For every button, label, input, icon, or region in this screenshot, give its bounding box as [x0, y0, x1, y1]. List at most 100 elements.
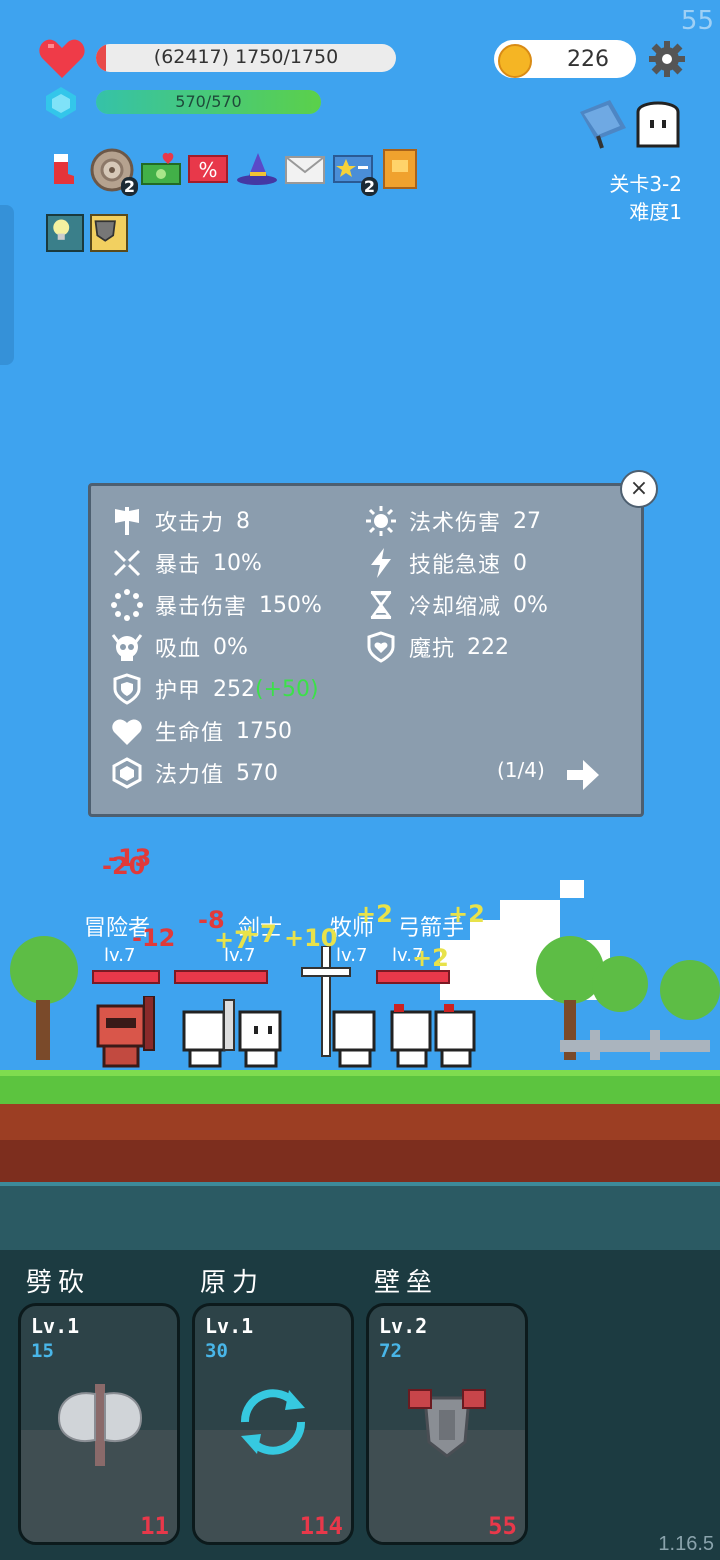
skill-card-bulwark[interactable]: Lv.2 72 55: [366, 1303, 528, 1545]
mp-text: 570/570: [175, 92, 242, 111]
adventurer-sprite: [92, 995, 162, 1070]
stat-value: 1750: [236, 718, 293, 744]
stat-value: 570: [236, 760, 279, 786]
magic-shield-icon: [365, 631, 397, 663]
wizard-hat-icon[interactable]: [236, 152, 278, 186]
unit-hp-bar: [92, 970, 160, 984]
skill-level: Lv.2: [379, 1314, 428, 1338]
stat-crit: 暴击 10%: [111, 546, 262, 580]
skill-cost: 30: [205, 1340, 228, 1362]
stat-attack: 攻击力 8: [111, 504, 250, 538]
ghost-icon[interactable]: [634, 98, 682, 148]
fps-counter: 55: [680, 6, 714, 36]
stat-label: 生命值: [155, 721, 225, 746]
crit-damage-icon: [111, 589, 143, 621]
page-indicator: (1/4): [497, 758, 545, 782]
heal-number: +2: [412, 944, 449, 972]
heal-number: +7: [240, 920, 277, 948]
skill-level: Lv.1: [31, 1314, 80, 1338]
pennant-icon[interactable]: [576, 98, 628, 150]
skill-card-cleave[interactable]: Lv.1 15 11: [18, 1303, 180, 1545]
damage-number: -20: [102, 852, 146, 880]
svg-text:%: %: [198, 158, 217, 182]
stat-label: 技能急速: [409, 553, 502, 578]
skill-count: 11: [140, 1512, 169, 1540]
stat-label: 暴击: [155, 553, 202, 578]
stat-label: 吸血: [155, 637, 202, 662]
shield-disc-icon[interactable]: 2: [90, 148, 138, 196]
stat-lifesteal: 吸血 0%: [111, 630, 248, 664]
lightning-icon: [365, 547, 397, 579]
star-card-icon[interactable]: 2: [332, 152, 378, 196]
skill-cost: 15: [31, 1340, 54, 1362]
gold-amount: 226: [567, 47, 609, 72]
stat-label: 冷却缩减: [409, 595, 502, 620]
stat-value: 0%: [213, 634, 248, 660]
crit-icon: [111, 547, 143, 579]
cash-icon[interactable]: [140, 152, 182, 186]
stat-label: 法术伤害: [409, 511, 502, 536]
unit-hp-bar: [174, 970, 268, 984]
stat-mana: 法力值 570: [111, 756, 278, 790]
coin-icon: [498, 44, 532, 78]
heal-number: +10: [284, 924, 338, 952]
item-badge: 2: [120, 177, 138, 196]
book-icon[interactable]: [382, 148, 418, 190]
sock-icon[interactable]: [46, 152, 80, 186]
skull-icon: [111, 631, 143, 663]
armor-buff-icon[interactable]: [90, 214, 128, 252]
stat-label: 魔抗: [409, 637, 456, 662]
stat-spell-damage: 法术伤害 27: [365, 504, 541, 538]
lightbulb-icon[interactable]: [46, 214, 84, 252]
hp-bar: (62417) 1750/1750: [96, 44, 396, 72]
stage-info: 关卡3-2 难度1: [609, 170, 682, 226]
unit-level: lv.7: [104, 945, 136, 966]
difficulty-label: 难度1: [629, 200, 682, 224]
stat-label: 攻击力: [155, 511, 225, 536]
swordsman-sprite: [180, 996, 290, 1070]
stat-label: 暴击伤害: [155, 595, 248, 620]
heart-icon: [38, 36, 86, 80]
version-label: 1.16.5: [658, 1533, 714, 1555]
stat-magic-resist: 魔抗 222: [365, 630, 509, 664]
stat-value: 8: [236, 508, 251, 534]
heal-number: +2: [356, 900, 393, 928]
archer-sprite: [384, 996, 480, 1070]
stat-cooldown-reduction: 冷却缩减 0%: [365, 588, 548, 622]
axe-skill-icon: [55, 1380, 145, 1470]
skill-count: 114: [299, 1512, 343, 1540]
stat-value: 0%: [513, 592, 548, 618]
gear-icon[interactable]: [648, 40, 686, 78]
stat-bonus: (+50): [255, 676, 319, 702]
percent-tag-icon[interactable]: %: [188, 152, 228, 186]
next-page-arrow-icon[interactable]: [565, 758, 601, 792]
side-drawer-tab[interactable]: [0, 205, 14, 365]
stat-label: 护甲: [155, 679, 202, 704]
skill-name: 劈砍: [26, 1268, 91, 1298]
heart-icon: [111, 715, 143, 747]
heal-number: +2: [448, 900, 485, 928]
unit-hp-bar: [376, 970, 450, 984]
refresh-skill-icon: [231, 1380, 315, 1464]
close-button[interactable]: ×: [620, 470, 658, 508]
crystal-icon: [111, 757, 143, 789]
stat-value: 10%: [213, 550, 262, 576]
shield-icon: [111, 673, 143, 705]
armor-skill-icon: [405, 1384, 489, 1464]
skill-card-force[interactable]: Lv.1 30 114: [192, 1303, 354, 1545]
stat-value: 222: [467, 634, 510, 660]
stage-label: 关卡3-2: [609, 172, 682, 196]
hp-text: (62417) 1750/1750: [153, 46, 339, 68]
mail-icon[interactable]: [284, 152, 326, 186]
priest-sprite: [300, 945, 380, 1070]
skill-name: 原力: [200, 1268, 265, 1298]
ground-dirt-dark: [0, 1140, 720, 1182]
skill-name: 壁垒: [374, 1268, 439, 1298]
stat-hp: 生命值 1750: [111, 714, 292, 748]
skill-level: Lv.1: [205, 1314, 254, 1338]
stat-value: 252: [213, 676, 256, 702]
damage-number: -12: [132, 924, 176, 952]
stats-panel: 攻击力 8 暴击 10% 暴击伤害 150% 吸血 0% 护甲 252(+50)…: [88, 483, 644, 817]
stat-value: 27: [513, 508, 542, 534]
axe-icon: [111, 505, 143, 537]
